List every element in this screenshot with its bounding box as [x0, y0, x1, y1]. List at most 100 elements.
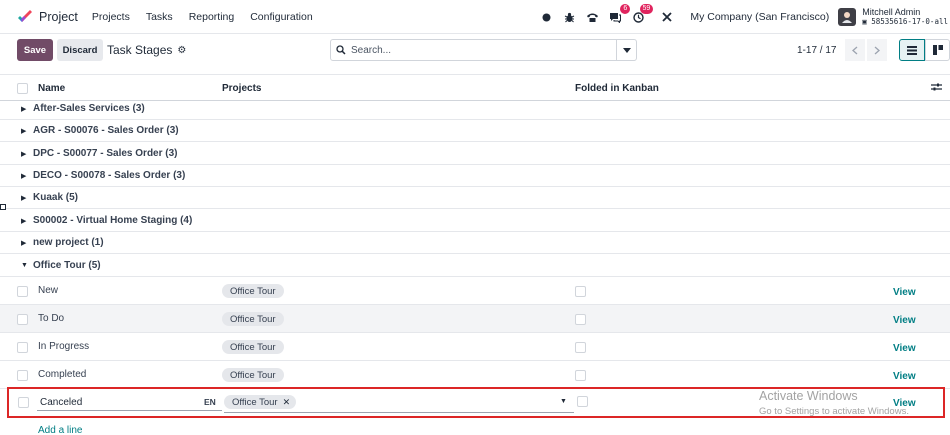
database-name: ▣ 58535616-17-0-all [862, 17, 948, 27]
view-button[interactable]: View [893, 398, 916, 409]
select-all-checkbox[interactable] [17, 83, 28, 94]
pager-next-button[interactable] [867, 39, 887, 61]
group-label: new project (1) [33, 237, 104, 248]
gear-icon[interactable]: ⚙ [177, 45, 186, 56]
activities-badge: 59 [639, 4, 654, 14]
table-row[interactable]: Completed Office Tour View [0, 361, 950, 389]
group-label: DECO - S00078 - Sales Order (3) [33, 170, 186, 181]
tools-icon[interactable] [659, 9, 675, 25]
kanban-view-button[interactable] [925, 39, 950, 61]
project-tag: Office Tour [222, 340, 284, 354]
table-header: Name Projects Folded in Kanban [0, 74, 950, 101]
activate-windows-title: Activate Windows [759, 389, 858, 403]
folded-checkbox[interactable] [575, 314, 586, 325]
search-input[interactable] [351, 44, 616, 56]
folded-checkbox[interactable] [575, 286, 586, 297]
project-tag: Office Tour [222, 368, 284, 382]
main-menu: Projects Tasks Reporting Configuration [92, 11, 329, 23]
group-row[interactable]: ▶ After-Sales Services (3) [0, 98, 950, 120]
resize-handle[interactable] [0, 204, 6, 210]
messages-badge: 6 [620, 4, 631, 14]
project-tag: Office Tour [222, 312, 284, 326]
user-menu[interactable]: Mitchell Admin ▣ 58535616-17-0-all [862, 7, 948, 27]
table-row[interactable]: New Office Tour View [0, 277, 950, 305]
view-button[interactable]: View [893, 343, 916, 354]
save-button[interactable]: Save [17, 39, 53, 61]
group-row-expanded[interactable]: ▼ Office Tour (5) [0, 255, 950, 277]
column-projects[interactable]: Projects [222, 83, 261, 94]
row-checkbox[interactable] [17, 286, 28, 297]
caret-down-icon[interactable]: ▼ [560, 398, 567, 405]
table-row[interactable]: To Do Office Tour View [0, 305, 950, 333]
database-icon: ▣ [862, 17, 867, 26]
row-checkbox[interactable] [17, 370, 28, 381]
folded-checkbox[interactable] [575, 370, 586, 381]
chevron-left-icon [852, 46, 858, 54]
caret-down-icon [622, 47, 631, 53]
menu-configuration[interactable]: Configuration [250, 11, 312, 23]
folded-checkbox[interactable] [577, 396, 588, 407]
user-avatar[interactable] [838, 8, 857, 26]
company-switcher[interactable]: My Company (San Francisco) [690, 11, 829, 23]
group-row[interactable]: ▶ AGR - S00076 - Sales Order (3) [0, 120, 950, 142]
group-row[interactable]: ▶ Kuaak (5) [0, 187, 950, 209]
view-button[interactable]: View [893, 287, 916, 298]
stage-name: In Progress [38, 341, 90, 352]
menu-projects[interactable]: Projects [92, 11, 130, 23]
status-dot-icon[interactable] [538, 9, 554, 25]
caret-right-icon: ▶ [21, 106, 27, 113]
add-line-link[interactable]: Add a line [38, 425, 82, 435]
project-tag-label: Office Tour [232, 396, 278, 408]
stage-name: Completed [38, 369, 87, 380]
editing-row[interactable]: EN Office Tour ✕ ▼ Activate Windows Go t… [7, 387, 945, 418]
list-icon [907, 45, 917, 55]
language-button[interactable]: EN [204, 397, 216, 407]
table-row[interactable]: In Progress Office Tour View [0, 333, 950, 361]
page-title: Task Stages [107, 43, 173, 57]
column-folded[interactable]: Folded in Kanban [575, 83, 659, 94]
group-row[interactable]: ▶ DPC - S00077 - Sales Order (3) [0, 143, 950, 165]
project-tag: Office Tour [222, 284, 284, 298]
group-label: S00002 - Virtual Home Staging (4) [33, 215, 193, 226]
kanban-icon [932, 45, 943, 55]
search-options-toggle[interactable] [616, 40, 636, 60]
view-button[interactable]: View [893, 315, 916, 326]
folded-checkbox[interactable] [575, 342, 586, 353]
bug-icon[interactable] [561, 9, 577, 25]
phone-icon[interactable] [584, 9, 600, 25]
remove-tag-icon[interactable]: ✕ [283, 397, 291, 408]
group-row[interactable]: ▶ new project (1) [0, 232, 950, 254]
caret-right-icon: ▶ [21, 151, 27, 158]
row-checkbox[interactable] [18, 397, 29, 408]
column-name[interactable]: Name [38, 83, 65, 94]
column-settings-icon[interactable] [931, 82, 942, 95]
caret-right-icon: ▶ [21, 128, 27, 135]
group-label: After-Sales Services (3) [33, 103, 145, 114]
activate-windows-subtitle: Go to Settings to activate Windows. [759, 406, 909, 417]
discard-button[interactable]: Discard [57, 39, 103, 61]
app-brand[interactable]: Project [17, 9, 78, 25]
projects-input[interactable] [224, 412, 574, 413]
menu-reporting[interactable]: Reporting [189, 11, 235, 23]
view-button[interactable]: View [893, 371, 916, 382]
caret-right-icon: ▶ [21, 218, 27, 225]
menu-tasks[interactable]: Tasks [146, 11, 173, 23]
clock-icon[interactable]: 59 [630, 4, 654, 25]
group-row[interactable]: ▶ DECO - S00078 - Sales Order (3) [0, 165, 950, 187]
row-checkbox[interactable] [17, 314, 28, 325]
list-view-button[interactable] [899, 39, 925, 61]
row-checkbox[interactable] [17, 342, 28, 353]
caret-right-icon: ▶ [21, 173, 27, 180]
project-tag: Office Tour ✕ [224, 395, 297, 409]
group-label: Kuaak (5) [33, 192, 79, 203]
messages-icon[interactable]: 6 [607, 4, 631, 25]
chevron-right-icon [874, 46, 880, 54]
pager-value[interactable]: 1-17 / 17 [797, 45, 836, 56]
control-panel: Save Discard Task Stages ⚙ 1-17 / 17 [0, 34, 950, 72]
stage-name-input[interactable] [37, 394, 222, 411]
group-label: DPC - S00077 - Sales Order (3) [33, 148, 178, 159]
group-row[interactable]: ▶ S00002 - Virtual Home Staging (4) [0, 210, 950, 232]
top-navbar: Project Projects Tasks Reporting Configu… [0, 0, 950, 34]
project-app-icon [18, 9, 32, 22]
pager-previous-button[interactable] [845, 39, 865, 61]
